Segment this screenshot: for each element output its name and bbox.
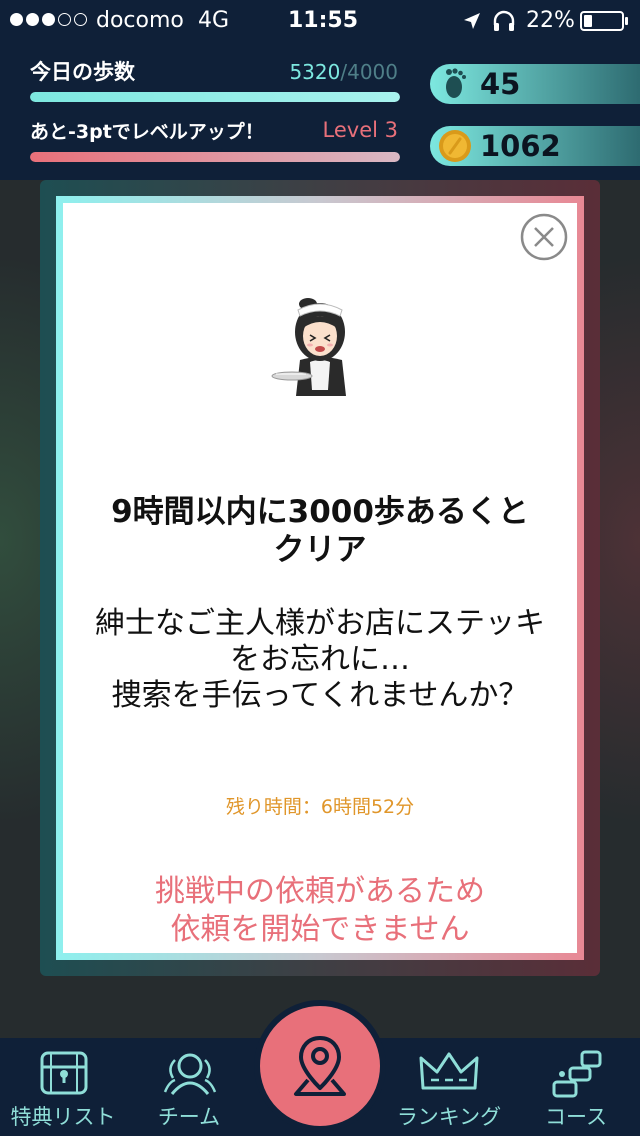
tab-benefits-list[interactable]: 特典リスト [0,1038,126,1136]
footprint-icon [446,68,466,98]
level-progress-bar [30,152,400,162]
level-progress-fill [30,152,400,162]
steps-counter: 5320/4000 [289,60,398,84]
header: 今日の歩数 5320/4000 あと-3ptでレベルアップ！ Level 3 4… [0,42,640,180]
quest-description: 紳士なご主人様がお店にステッキをお忘れに… 捜索を手伝ってくれませんか？ [95,606,545,713]
level-label: Level 3 [322,118,398,142]
course-icon [552,1050,602,1098]
signal-dot [74,13,87,26]
battery-icon [580,11,624,31]
team-icon [163,1053,217,1095]
footprint-counter[interactable]: 45 [430,64,640,104]
clock: 11:55 [288,8,359,33]
signal-dot [58,13,71,26]
tab-label: ランキング [396,1105,502,1129]
cannot-start-warning: 挑戦中の依頼があるため 依頼を開始できません [155,874,485,947]
battery-level [584,15,592,27]
quest-modal: 9時間以内に3000歩あるくとクリア 紳士なご主人様がお店にステッキをお忘れに…… [40,180,600,976]
level-up-message: あと-3ptでレベルアップ！ [30,121,264,143]
crown-icon [419,1052,479,1090]
map-pin-icon [294,1036,346,1096]
battery-tip [625,17,628,25]
treasure-chest-icon [40,1051,88,1095]
steps-progress-bar [30,92,400,102]
carrier-name: docomo [96,8,184,33]
coin-counter[interactable]: 1062 [430,126,640,166]
time-remaining: 残り時間：6時間52分 [225,796,415,818]
signal-dot [42,13,55,26]
signal-dot [10,13,23,26]
start-quest-button[interactable] [254,1000,386,1132]
tab-team[interactable]: チーム [126,1038,252,1136]
modal-card: 9時間以内に3000歩あるくとクリア 紳士なご主人様がお店にステッキをお忘れに…… [63,203,577,953]
tab-course[interactable]: コース [512,1038,640,1136]
steps-goal: /4000 [340,60,398,84]
tab-ranking[interactable]: ランキング [386,1038,512,1136]
headphones-icon [493,10,515,31]
tab-label: コース [545,1105,607,1129]
signal-dot [26,13,39,26]
coin-count: 1062 [480,129,561,163]
footprint-count: 45 [480,67,521,101]
steps-progress-fill [30,92,400,102]
tab-label: チーム [157,1105,221,1129]
close-icon[interactable] [519,212,569,262]
coin-icon [439,130,471,162]
today-steps-label: 今日の歩数 [30,60,135,84]
quest-title: 9時間以内に3000歩あるくとクリア [111,494,529,568]
battery-percent: 22% [526,8,575,33]
tab-label: 特典リスト [10,1105,116,1129]
steps-current: 5320 [289,60,341,84]
location-arrow-icon [464,13,480,29]
status-bar: docomo 4G 11:55 22% [0,0,640,42]
maid-character-image [271,298,346,396]
modal-border: 9時間以内に3000歩あるくとクリア 紳士なご主人様がお店にステッキをお忘れに…… [56,196,584,960]
network-type: 4G [198,8,230,33]
